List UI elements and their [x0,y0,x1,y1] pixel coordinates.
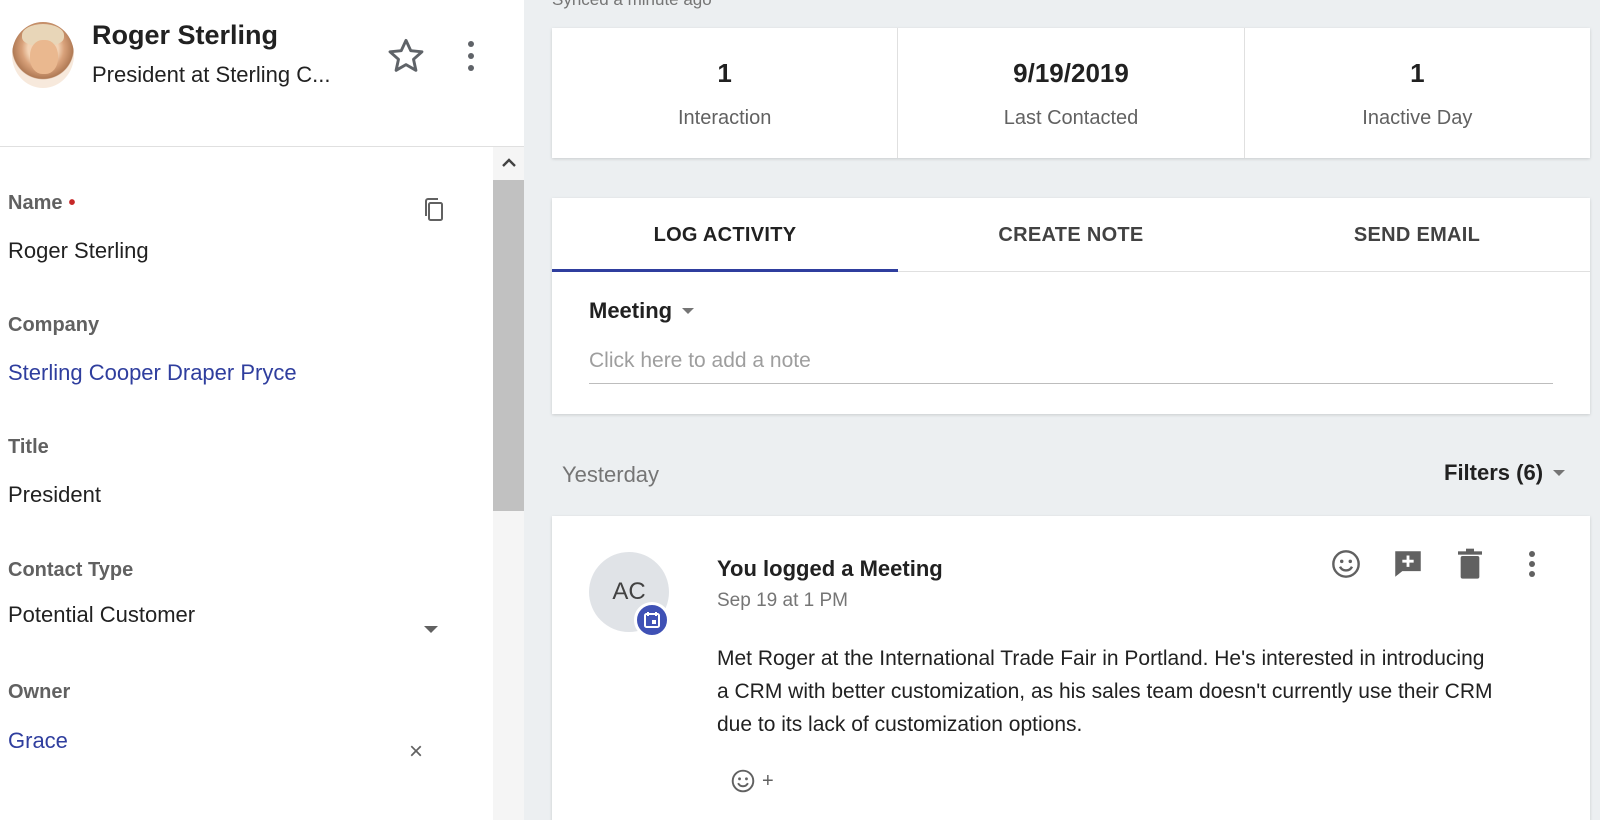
activity-entry: AC You logged a Meeting Sep 19 at 1 PM M… [552,516,1590,820]
title-value[interactable]: President [8,482,101,508]
add-comment-icon[interactable] [1390,546,1426,582]
title-label: Title [8,436,49,458]
day-group-label: Yesterday [562,462,660,487]
name-label: Name • [8,192,76,215]
contact-avatar [12,22,74,88]
stat-value: 1 [717,58,732,88]
sync-status: Synced a minute ago [552,0,712,10]
entry-actions [1328,546,1550,582]
owner-label: Owner [8,681,71,703]
filters-label: Filters (6) [1444,460,1544,485]
contact-name: Roger Sterling [92,20,279,50]
close-icon[interactable]: × [409,740,423,764]
calendar-icon [634,602,670,638]
stats-bar: 1 Interaction 9/19/2019 Last Contacted 1… [552,28,1590,158]
tab-log-activity[interactable]: LOG ACTIVITY [552,198,898,272]
note-input[interactable] [589,338,1553,384]
name-value[interactable]: Roger Sterling [8,238,149,264]
stat-inactive-days: 1 Inactive Day [1245,28,1590,158]
entry-title: You logged a Meeting [717,556,943,581]
stat-value: 1 [1410,58,1425,88]
tab-create-note[interactable]: CREATE NOTE [898,198,1244,271]
emoji-icon [731,769,755,793]
contact-panel: Roger Sterling President at Sterling C..… [0,0,524,820]
contact-type-label: Contact Type [8,559,134,581]
stat-label: Interaction [677,107,772,129]
stat-label: Inactive Day [1362,107,1473,129]
entry-timestamp: Sep 19 at 1 PM [717,590,848,611]
scroll-up-icon[interactable] [493,150,524,176]
scrollbar-thumb[interactable] [493,180,524,511]
activity-tabs: LOG ACTIVITY CREATE NOTE SEND EMAIL [552,198,1590,272]
filters-button[interactable]: Filters (6) [1444,460,1566,486]
tab-send-email[interactable]: SEND EMAIL [1244,198,1590,271]
activity-composer: LOG ACTIVITY CREATE NOTE SEND EMAIL Meet… [552,198,1590,414]
owner-link[interactable]: Grace [8,728,68,754]
emoji-icon[interactable] [1328,546,1364,582]
contact-subtitle: President at Sterling C... [92,62,331,87]
stat-interactions: 1 Interaction [552,28,899,158]
more-options-icon[interactable] [1514,546,1550,582]
entry-body: Met Roger at the International Trade Fai… [717,647,1493,736]
stat-label: Last Contacted [1003,107,1139,129]
activity-type-select[interactable]: Meeting [589,298,695,324]
required-indicator: • [68,192,76,214]
stat-value: 9/19/2019 [1013,58,1129,88]
company-link[interactable]: Sterling Cooper Draper Pryce [8,360,297,386]
copy-icon[interactable] [422,196,446,224]
more-options-icon[interactable] [456,34,486,78]
star-icon[interactable] [384,34,428,78]
name-label-text: Name [8,192,63,214]
contact-type-select[interactable]: Potential Customer [8,602,195,628]
plus-icon: + [762,769,774,792]
add-reaction-button[interactable]: + [730,768,774,794]
stat-last-contacted: 9/19/2019 Last Contacted [898,28,1245,158]
caret-down-icon [1553,470,1566,476]
chevron-down-icon[interactable] [424,626,438,633]
trash-icon[interactable] [1452,546,1488,582]
company-label: Company [8,314,100,336]
contact-header: Roger Sterling President at Sterling C..… [0,0,524,147]
caret-down-icon [682,308,695,314]
activity-type-value: Meeting [589,298,673,323]
